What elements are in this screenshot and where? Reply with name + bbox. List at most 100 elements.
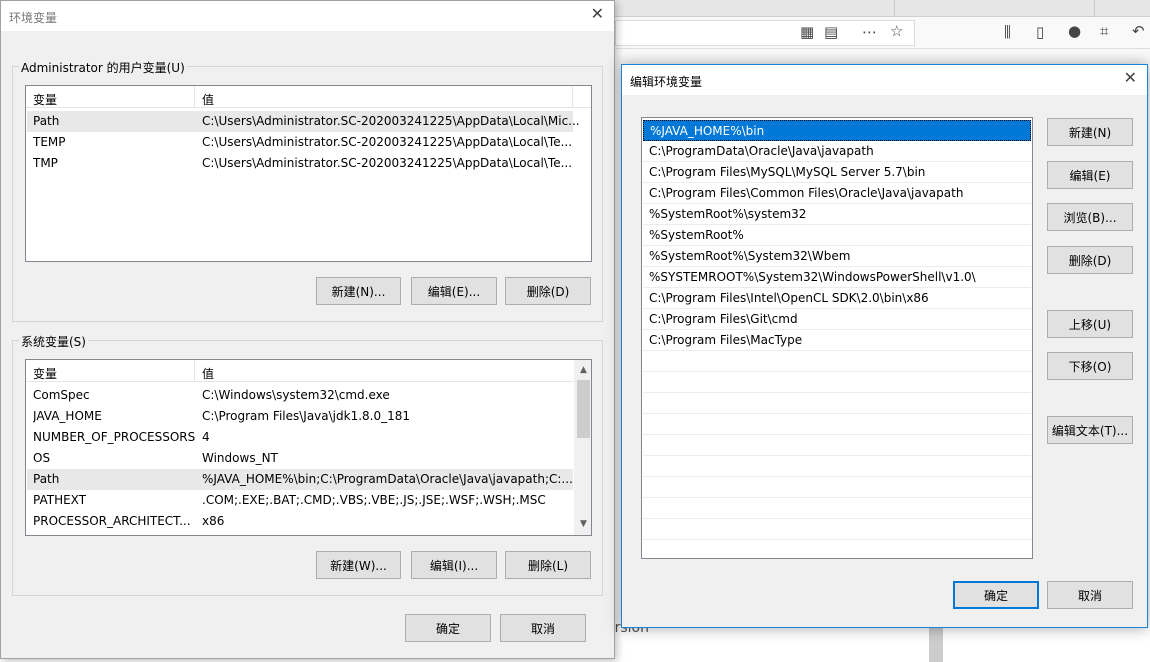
list-item-empty[interactable] [643,351,1031,372]
variable-value: C:\Users\Administrator.SC-202003241225\A… [202,114,580,128]
close-icon[interactable]: ✕ [591,6,604,22]
variable-name: TMP [33,156,58,170]
more-options-icon[interactable]: ⋯ [862,25,877,40]
system-list-scrollbar[interactable]: ▲ ▼ [574,360,591,535]
system-edit-button[interactable]: 编辑(I)... [411,551,497,579]
library-icon[interactable]: ⫼ [1004,25,1011,40]
variable-name: ComSpec [33,388,90,402]
edit-ok-button[interactable]: 确定 [953,581,1039,609]
table-row[interactable]: PROCESSOR_ARCHITECT... x86 [27,511,573,532]
system-delete-button[interactable]: 删除(L) [505,551,591,579]
list-item-empty[interactable] [643,393,1031,414]
close-icon[interactable]: ✕ [1124,70,1137,86]
browser-tab[interactable] [895,0,1095,17]
user-variables-list[interactable]: 变量 值 Path C:\Users\Administrator.SC-2020… [25,85,592,262]
table-row[interactable]: Path %JAVA_HOME%\bin;C:\ProgramData\Orac… [27,469,573,490]
scroll-up-arrow-icon[interactable]: ▲ [575,362,591,379]
list-item[interactable]: C:\Program Files\Git\cmd [643,309,1031,330]
variable-name: JAVA_HOME [33,409,102,423]
list-item-empty[interactable] [643,435,1031,456]
delete-path-button[interactable]: 删除(D) [1047,246,1133,274]
list-item-empty[interactable] [643,519,1031,540]
list-item[interactable]: %JAVA_HOME%\bin [643,120,1031,141]
list-item-empty[interactable] [643,456,1031,477]
variable-name: NUMBER_OF_PROCESSORS [33,430,196,444]
variable-name: OS [33,451,51,465]
user-new-button[interactable]: 新建(N)... [316,277,401,305]
list-item[interactable]: C:\Program Files\MySQL\MySQL Server 5.7\… [643,162,1031,183]
env-cancel-button[interactable]: 取消 [500,614,586,642]
browse-button[interactable]: 浏览(B)... [1047,203,1133,231]
edit-path-button[interactable]: 编辑(E) [1047,161,1133,189]
table-row[interactable]: TEMP C:\Users\Administrator.SC-202003241… [27,132,573,153]
variable-value: Windows_NT [202,451,278,465]
list-item[interactable]: %SYSTEMROOT%\System32\WindowsPowerShell\… [643,267,1031,288]
variable-value: .COM;.EXE;.BAT;.CMD;.VBS;.VBE;.JS;.JSE;.… [202,493,546,507]
user-delete-button[interactable]: 删除(D) [505,277,591,305]
variable-value: x86 [202,514,225,528]
new-path-button[interactable]: 新建(N) [1047,118,1133,146]
env-window-title: 环境变量 [9,11,58,25]
list-item[interactable]: C:\Program Files\Intel\OpenCL SDK\2.0\bi… [643,288,1031,309]
browser-tab-strip [615,0,1150,17]
edit-window-title: 编辑环境变量 [630,75,703,89]
edit-environment-variable-window: 编辑环境变量 ✕ %JAVA_HOME%\bin C:\ProgramData\… [621,64,1148,628]
variable-name: PATHEXT [33,493,87,507]
system-variables-list[interactable]: 变量 值 ComSpec C:\Windows\system32\cmd.exe… [25,359,592,536]
list-item-empty[interactable] [643,372,1031,393]
edit-cancel-button[interactable]: 取消 [1047,581,1133,609]
system-new-button[interactable]: 新建(W)... [316,551,401,579]
column-header-value[interactable]: 值 [202,91,214,108]
move-up-button[interactable]: 上移(U) [1047,310,1133,338]
path-entries-list[interactable]: %JAVA_HOME%\bin C:\ProgramData\Oracle\Ja… [641,117,1033,559]
table-row[interactable]: JAVA_HOME C:\Program Files\Java\jdk1.8.0… [27,406,573,427]
browser-tab[interactable] [675,0,895,17]
column-header-variable[interactable]: 变量 [33,91,57,108]
list-item[interactable]: %SystemRoot% [643,225,1031,246]
list-item[interactable]: C:\ProgramData\Oracle\Java\javapath [643,141,1031,162]
variable-value: 4 [202,430,210,444]
avatar-icon[interactable]: ● [1068,24,1081,39]
variable-value: C:\Users\Administrator.SC-202003241225\A… [202,156,573,170]
scrollbar-thumb[interactable] [577,380,590,438]
bookmark-star-icon[interactable]: ☆ [890,24,903,39]
variable-name: PROCESSOR_ARCHITECT... [33,514,191,528]
qr-code-icon[interactable]: ▦ [800,25,814,40]
variable-value: C:\Windows\system32\cmd.exe [202,388,390,402]
move-down-button[interactable]: 下移(O) [1047,352,1133,380]
bookmarks-bar [615,49,1150,65]
user-variables-label: Administrator 的用户变量(U) [19,59,187,76]
list-item[interactable]: %SystemRoot%\System32\Wbem [643,246,1031,267]
variable-value: C:\Program Files\Java\jdk1.8.0_181 [202,409,411,423]
list-item-empty[interactable] [643,477,1031,498]
user-list-header: 变量 值 [26,86,591,108]
table-row[interactable]: NUMBER_OF_PROCESSORS 4 [27,427,573,448]
table-row[interactable]: Path C:\Users\Administrator.SC-202003241… [27,111,580,132]
screenshot-icon[interactable]: ⌗ [1100,24,1108,39]
env-ok-button[interactable]: 确定 [405,614,491,642]
back-arrow-icon[interactable]: ↶ [1132,24,1145,39]
list-item-empty[interactable] [643,498,1031,519]
table-row[interactable]: PATHEXT .COM;.EXE;.BAT;.CMD;.VBS;.VBE;.J… [27,490,573,511]
variable-name: TEMP [33,135,66,149]
table-row[interactable]: ComSpec C:\Windows\system32\cmd.exe [27,385,573,406]
sidebar-icon[interactable]: ▯ [1036,25,1044,40]
edit-text-button[interactable]: 编辑文本(T)... [1047,416,1133,444]
list-item[interactable]: %SystemRoot%\system32 [643,204,1031,225]
system-list-header: 变量 值 [26,360,591,382]
system-variables-label: 系统变量(S) [19,333,88,350]
scroll-down-arrow-icon[interactable]: ▼ [575,516,591,533]
table-row[interactable]: TMP C:\Users\Administrator.SC-2020032412… [27,153,573,174]
reader-view-icon[interactable]: ▤ [824,25,838,40]
user-edit-button[interactable]: 编辑(E)... [411,277,497,305]
table-row[interactable]: OS Windows_NT [27,448,573,469]
column-header-value[interactable]: 值 [202,365,214,382]
list-item[interactable]: C:\Program Files\MacType [643,330,1031,351]
environment-variables-window: 环境变量 ✕ Administrator 的用户变量(U) 变量 值 Path … [0,0,615,659]
list-item-empty[interactable] [643,414,1031,435]
edit-titlebar: 编辑环境变量 ✕ [622,65,1147,95]
list-item[interactable]: C:\Program Files\Common Files\Oracle\Jav… [643,183,1031,204]
variable-name: Path [33,114,60,128]
variable-value: %JAVA_HOME%\bin;C:\ProgramData\Oracle\Ja… [202,472,573,486]
column-header-variable[interactable]: 变量 [33,365,57,382]
